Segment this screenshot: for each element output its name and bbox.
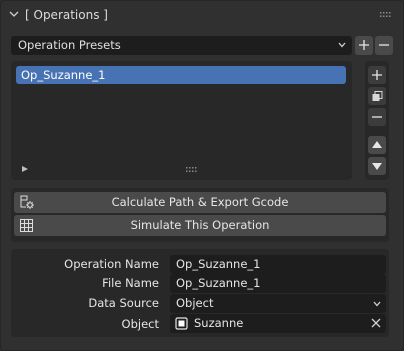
remove-preset-button[interactable] <box>375 36 393 55</box>
arrow-up-icon <box>372 141 382 148</box>
object-value: Suzanne <box>194 316 244 330</box>
add-operation-button[interactable] <box>368 66 386 84</box>
operation-actions: Calculate Path & Export Gcode Simulate T… <box>11 188 389 242</box>
object-icon <box>175 317 188 330</box>
chevron-down-icon <box>373 301 381 307</box>
list-side-controls <box>365 61 389 180</box>
minus-icon <box>379 44 389 46</box>
add-preset-button[interactable] <box>355 36 373 55</box>
data-source-label: Data Source <box>88 296 159 310</box>
calculate-path-export-button[interactable]: Calculate Path & Export Gcode <box>14 192 386 213</box>
arrow-down-icon <box>372 163 382 170</box>
operations-panel: [ Operations ] Operation Presets Op_Suza… <box>0 0 404 351</box>
data-source-dropdown[interactable]: Object <box>170 294 386 313</box>
operation-name-label: Operation Name <box>64 257 159 271</box>
drag-grip-icon[interactable] <box>380 12 391 18</box>
file-name-label: File Name <box>102 276 159 290</box>
object-label: Object <box>121 317 159 331</box>
panel-title: [ Operations ] <box>25 8 108 22</box>
operation-properties: Operation Name Op_Suzanne_1 File Name Op… <box>11 249 389 337</box>
simulate-label: Simulate This Operation <box>130 218 270 232</box>
plus-icon <box>372 70 382 80</box>
operation-presets-dropdown[interactable]: Operation Presets <box>11 36 352 55</box>
operation-name-value: Op_Suzanne_1 <box>176 257 261 271</box>
move-down-button[interactable] <box>368 157 386 175</box>
data-source-value: Object <box>176 296 214 310</box>
move-up-button[interactable] <box>368 136 386 154</box>
object-field[interactable]: Suzanne <box>170 314 386 333</box>
close-icon[interactable] <box>371 318 381 328</box>
list-item-label: Op_Suzanne_1 <box>21 68 106 82</box>
resize-handle-icon[interactable] <box>186 167 197 173</box>
simulate-operation-button[interactable]: Simulate This Operation <box>14 215 386 236</box>
plus-icon <box>359 40 369 50</box>
operations-list[interactable]: Op_Suzanne_1 <box>11 61 352 180</box>
calculate-label: Calculate Path & Export Gcode <box>111 195 289 209</box>
file-name-field[interactable]: Op_Suzanne_1 <box>170 274 386 293</box>
panel-header[interactable]: [ Operations ] <box>1 1 403 29</box>
copy-operation-button[interactable] <box>368 87 386 105</box>
expand-triangle-icon[interactable] <box>22 166 28 172</box>
copy-icon <box>372 91 383 101</box>
chevron-down-icon <box>338 42 346 48</box>
chevron-down-icon[interactable] <box>9 9 19 19</box>
presets-label: Operation Presets <box>18 38 121 52</box>
minus-icon <box>372 116 382 118</box>
list-item[interactable]: Op_Suzanne_1 <box>16 66 346 84</box>
file-name-value: Op_Suzanne_1 <box>176 276 261 290</box>
remove-operation-button[interactable] <box>368 108 386 126</box>
operation-name-field[interactable]: Op_Suzanne_1 <box>170 255 386 274</box>
